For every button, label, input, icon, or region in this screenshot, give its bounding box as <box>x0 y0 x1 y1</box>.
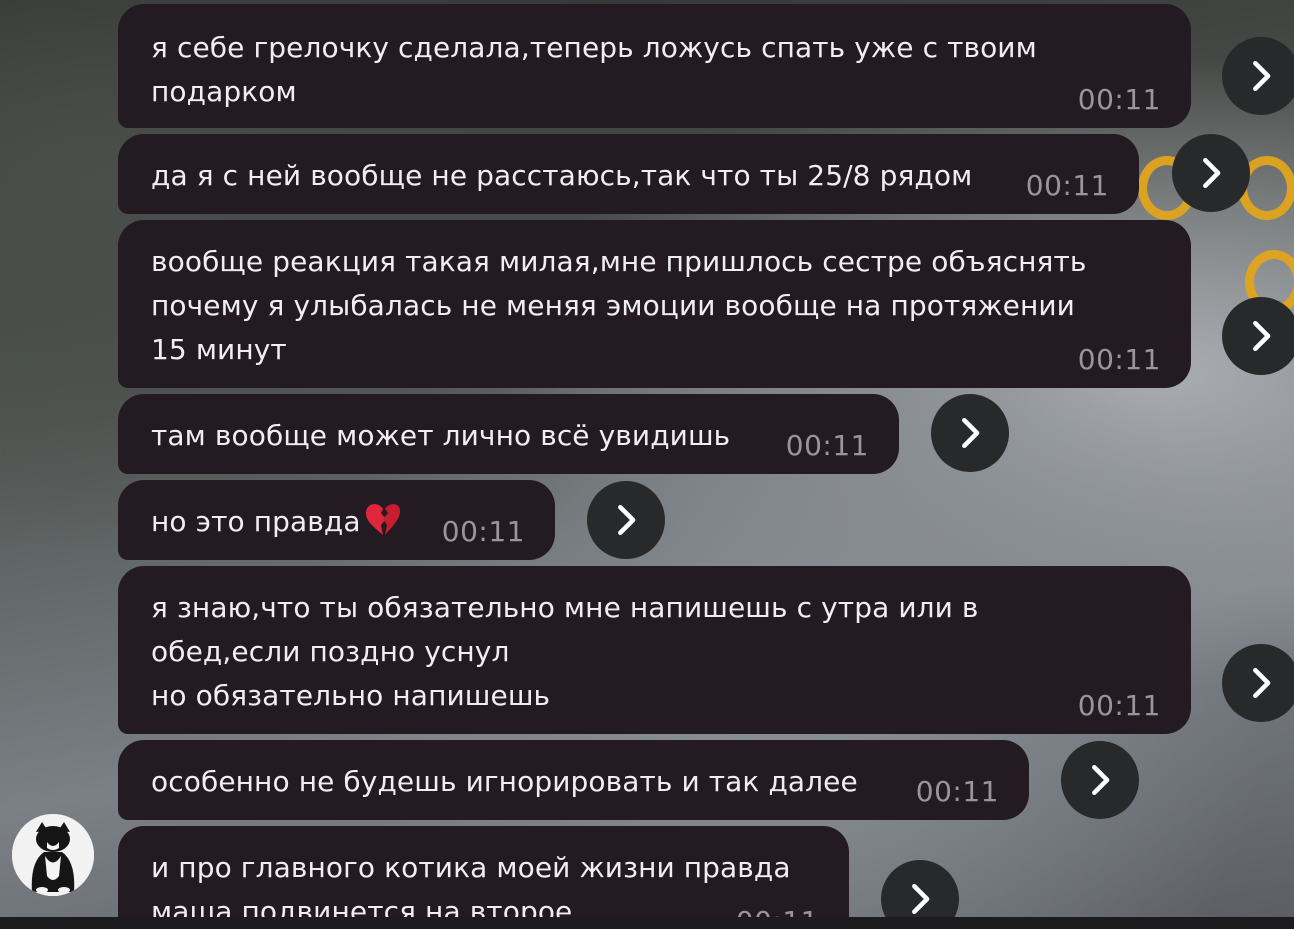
message-time: 00:11 <box>915 775 999 808</box>
message-text: я себе грелочку сделала,теперь ложусь сп… <box>151 31 1037 108</box>
cat-avatar <box>12 814 94 896</box>
message-time: 00:11 <box>441 515 525 548</box>
message-bubble[interactable]: но это правда 00:11 <box>118 480 555 560</box>
message-bubble[interactable]: и про главного котика моей жизни правда … <box>118 826 849 917</box>
chevron-right-icon <box>962 417 980 449</box>
message-text: там вообще может лично всё увидишь <box>151 419 731 452</box>
message-bubble[interactable]: да я с ней вообще не расстаюсь,так что т… <box>118 134 1139 214</box>
message-time: 00:11 <box>1025 169 1109 202</box>
forward-button[interactable] <box>1172 134 1250 212</box>
chevron-right-icon <box>1253 60 1271 92</box>
message-bubble[interactable]: я знаю,что ты обязательно мне напишешь с… <box>118 566 1191 734</box>
chevron-right-icon <box>1253 667 1271 699</box>
forward-button[interactable] <box>587 481 665 559</box>
message-time: 00:11 <box>1077 343 1161 376</box>
forward-button[interactable] <box>1061 741 1139 819</box>
broken-heart-emoji <box>365 504 400 535</box>
message-text: вообще реакция такая милая,мне пришлось … <box>151 245 1087 366</box>
message-time: 00:11 <box>785 429 869 462</box>
forward-button[interactable] <box>1222 644 1294 722</box>
message-text: особенно не будешь игнорировать и так да… <box>151 765 858 798</box>
message-bubble[interactable]: я себе грелочку сделала,теперь ложусь сп… <box>118 4 1191 128</box>
chat-message-list[interactable]: я себе грелочку сделала,теперь ложусь сп… <box>0 0 1294 917</box>
message-time: 00:11 <box>736 905 819 917</box>
message-bubble[interactable]: вообще реакция такая милая,мне пришлось … <box>118 220 1191 388</box>
forward-button[interactable] <box>1222 37 1294 115</box>
message-text: я знаю,что ты обязательно мне напишешь с… <box>151 591 979 712</box>
bottom-bar <box>0 917 1294 929</box>
chevron-right-icon <box>1203 157 1221 189</box>
message-bubble[interactable]: там вообще может лично всё увидишь 00:11 <box>118 394 899 474</box>
forward-button[interactable] <box>1222 297 1294 375</box>
chevron-right-icon <box>618 504 636 536</box>
message-text: да я с ней вообще не расстаюсь,так что т… <box>151 159 973 192</box>
message-bubble[interactable]: особенно не будешь игнорировать и так да… <box>118 740 1029 820</box>
message-text: и про главного котика моей жизни правда … <box>151 851 791 917</box>
chevron-right-icon <box>1253 320 1271 352</box>
message-time: 00:11 <box>1077 689 1161 722</box>
message-text-content: но это правда <box>151 505 361 538</box>
chevron-right-icon <box>912 883 930 915</box>
forward-button[interactable] <box>931 394 1009 472</box>
sender-avatar[interactable] <box>12 814 94 896</box>
message-time: 00:11 <box>1077 83 1161 116</box>
forward-button[interactable] <box>881 860 959 917</box>
chevron-right-icon <box>1092 764 1110 796</box>
